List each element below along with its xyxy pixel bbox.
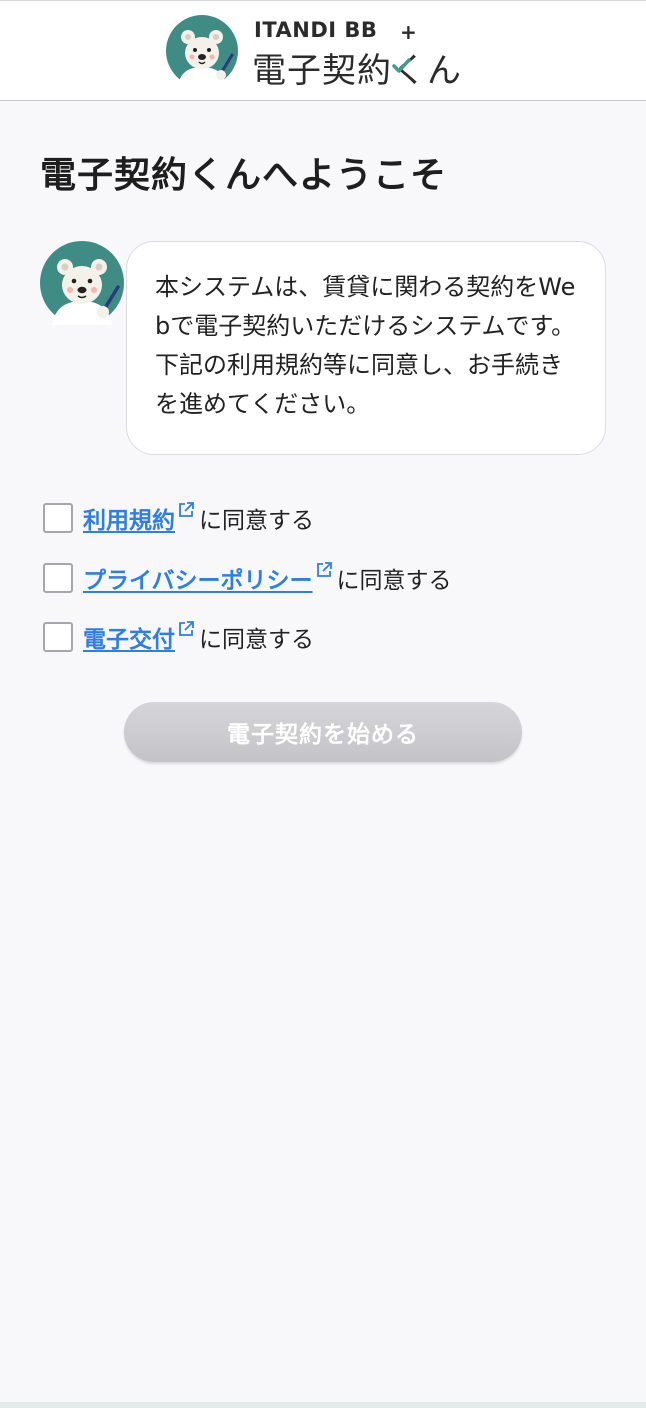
external-link-icon <box>316 562 332 577</box>
app-header: ITANDI BB + 電子契約くん <box>0 1 646 101</box>
agreement-suffix: に同意する <box>199 508 314 534</box>
e-delivery-link[interactable]: 電子交付 <box>83 620 175 654</box>
agreement-row-privacy: プライバシーポリシー に同意する <box>43 561 452 595</box>
e-delivery-checkbox[interactable] <box>43 622 73 652</box>
start-contract-button[interactable]: 電子契約を始める <box>124 702 522 762</box>
polar-bear-icon <box>40 241 124 325</box>
external-link-icon <box>179 502 194 517</box>
agreement-suffix: に同意する <box>336 568 452 594</box>
page-title: 電子契約くんへようこそ <box>40 155 448 196</box>
app-logo[interactable]: ITANDI BB + 電子契約くん <box>166 15 496 91</box>
agreement-row-terms: 利用規約 に同意する <box>43 501 314 535</box>
check-icon <box>392 58 411 73</box>
brand-name: ITANDI BB <box>254 18 378 42</box>
agreement-suffix: に同意する <box>199 627 314 653</box>
privacy-policy-checkbox[interactable] <box>43 563 73 593</box>
product-name: 電子契約くん <box>252 51 462 91</box>
terms-link[interactable]: 利用規約 <box>83 501 175 535</box>
polar-bear-icon <box>166 15 238 87</box>
bottom-bar <box>0 1402 646 1408</box>
brand-plus: + <box>400 20 417 44</box>
welcome-message-text: 本システムは、賃貸に関わる契約をWebで電子契約いただけるシステムです。下記の利… <box>155 273 576 418</box>
terms-checkbox[interactable] <box>43 503 73 533</box>
privacy-policy-link[interactable]: プライバシーポリシー <box>83 561 313 595</box>
external-link-icon <box>179 621 194 636</box>
welcome-message-bubble: 本システムは、賃貸に関わる契約をWebで電子契約いただけるシステムです。下記の利… <box>126 241 606 455</box>
agreement-row-e-delivery: 電子交付 に同意する <box>43 620 314 654</box>
